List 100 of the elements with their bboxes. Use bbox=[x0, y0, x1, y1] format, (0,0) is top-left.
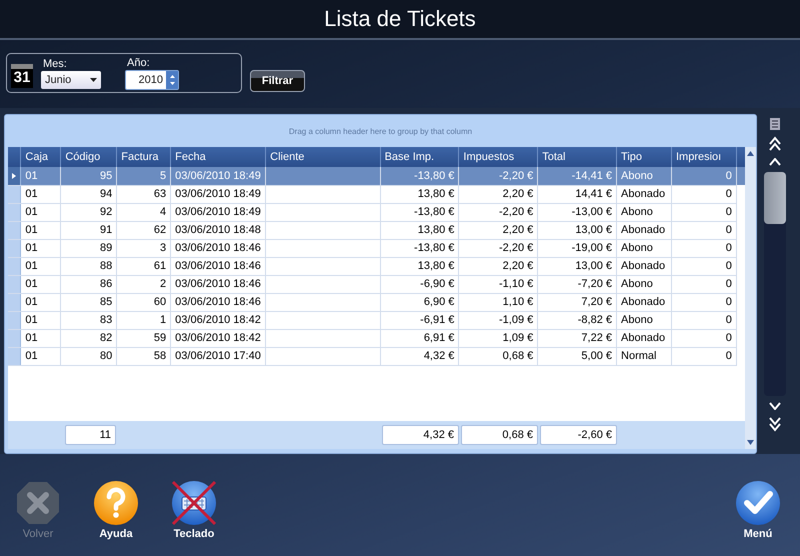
table-cell: 0 bbox=[726, 296, 732, 308]
table-cell: 0,68 € bbox=[502, 350, 534, 362]
table-cell: 5,00 € bbox=[581, 350, 612, 362]
filter-button[interactable]: Filtrar bbox=[250, 70, 305, 92]
table-cell: Abonado bbox=[621, 188, 666, 200]
list-icon[interactable] bbox=[770, 118, 780, 130]
column-header[interactable]: Base Imp. bbox=[380, 147, 459, 167]
table-cell: 83 bbox=[100, 314, 112, 326]
table-cell: 0 bbox=[726, 350, 732, 362]
table-cell: 7,20 € bbox=[581, 296, 612, 308]
table-cell: 01 bbox=[25, 350, 38, 362]
table-cell: 0 bbox=[726, 278, 732, 290]
table-cell: 0 bbox=[726, 224, 732, 236]
up-icon[interactable] bbox=[769, 158, 781, 166]
table-cell: 01 bbox=[25, 188, 38, 200]
table-cell: Abonado bbox=[621, 296, 666, 308]
table-cell: 60 bbox=[154, 296, 166, 308]
down-icon[interactable] bbox=[769, 402, 781, 410]
table-cell: 01 bbox=[25, 314, 38, 326]
action-button[interactable]: Ayuda bbox=[84, 480, 148, 540]
table-row[interactable]: 01 83 1 03/06/2010 18:42 -6,91 € -1,09 € -8,82 € Abono 0 bbox=[8, 311, 745, 329]
table-cell: 03/06/2010 18:49 bbox=[175, 206, 261, 218]
table-row[interactable]: 01 89 3 03/06/2010 18:46 -13,80 € -2,20 € -19,00 € Abono 0 bbox=[8, 239, 745, 257]
table-cell: 13,80 € bbox=[418, 260, 454, 272]
table-cell: -13,80 € bbox=[414, 170, 454, 182]
scroll-thumb[interactable] bbox=[764, 172, 786, 224]
table-cell: 13,80 € bbox=[418, 188, 454, 200]
table-cell: 03/06/2010 18:46 bbox=[175, 260, 261, 272]
table-cell: -2,20 € bbox=[499, 206, 534, 218]
column-header[interactable]: Factura bbox=[116, 147, 171, 167]
table-row[interactable]: 01 88 61 03/06/2010 18:46 13,80 € 2,20 € 13,00 € Abonado 0 bbox=[8, 257, 745, 275]
table-cell: 86 bbox=[100, 278, 112, 290]
table-cell: 2,20 € bbox=[502, 224, 534, 236]
table-row[interactable]: 01 92 4 03/06/2010 18:49 -13,80 € -2,20 € -13,00 € Abono 0 bbox=[8, 203, 745, 221]
table-cell: Abono bbox=[621, 170, 653, 182]
table-cell: 03/06/2010 18:42 bbox=[175, 332, 261, 344]
column-header[interactable]: Caja bbox=[20, 147, 61, 167]
column-header[interactable]: Tipo bbox=[616, 147, 672, 167]
calendar-icon: 31 bbox=[11, 64, 33, 88]
scroll-up-icon[interactable] bbox=[747, 151, 754, 156]
table-cell: 03/06/2010 17:40 bbox=[175, 350, 261, 362]
table-cell: 62 bbox=[154, 224, 166, 236]
table-cell: 01 bbox=[25, 170, 38, 182]
spin-arrows-icon[interactable] bbox=[166, 70, 178, 88]
table-cell: Normal bbox=[621, 350, 656, 362]
table-cell: 91 bbox=[100, 224, 112, 236]
table-cell: 7,22 € bbox=[581, 332, 612, 344]
double-up-icon[interactable] bbox=[769, 136, 781, 152]
table-cell: 03/06/2010 18:48 bbox=[175, 224, 261, 236]
table-row[interactable]: 01 91 62 03/06/2010 18:48 13,80 € 2,20 € 13,00 € Abonado 0 bbox=[8, 221, 745, 239]
table-cell: 14,41 € bbox=[575, 188, 612, 200]
table-cell: Abono bbox=[621, 278, 653, 290]
table-cell: 6,91 € bbox=[424, 332, 454, 344]
dropdown-caret-icon[interactable] bbox=[90, 78, 97, 82]
table-row[interactable]: 01 86 2 03/06/2010 18:46 -6,90 € -1,10 € -7,20 € Abono 0 bbox=[8, 275, 745, 293]
month-dropdown[interactable]: Junio bbox=[41, 70, 101, 88]
table-cell: 80 bbox=[100, 350, 112, 362]
table-cell: Abono bbox=[621, 206, 653, 218]
table-cell: 6,90 € bbox=[424, 296, 454, 308]
table-cell: 2,20 € bbox=[502, 188, 534, 200]
scroll-track[interactable] bbox=[764, 172, 786, 396]
column-header[interactable]: Fecha bbox=[170, 147, 266, 167]
table-cell: 03/06/2010 18:49 bbox=[175, 170, 261, 182]
year-spinner[interactable]: 2010 bbox=[125, 70, 179, 90]
row-pointer-icon bbox=[12, 172, 16, 179]
table-cell: 2 bbox=[160, 278, 166, 290]
table-cell: 89 bbox=[100, 242, 112, 254]
table-row[interactable]: 01 94 63 03/06/2010 18:49 13,80 € 2,20 € 14,41 € Abonado 0 bbox=[8, 185, 745, 203]
grid-scrollbar[interactable] bbox=[745, 147, 756, 449]
scroll-down-icon[interactable] bbox=[747, 440, 754, 445]
table-row[interactable]: 01 82 59 03/06/2010 18:42 6,91 € 1,09 € 7,22 € Abonado 0 bbox=[8, 329, 745, 347]
table-cell: 59 bbox=[154, 332, 166, 344]
table-row[interactable]: 01 80 58 03/06/2010 17:40 4,32 € 0,68 € 5,00 € Normal 0 bbox=[8, 347, 745, 365]
column-header[interactable]: Impresioı bbox=[672, 147, 736, 167]
action-button[interactable]: Teclado bbox=[162, 480, 226, 540]
table-cell: Abonado bbox=[621, 332, 666, 344]
table-cell: Abonado bbox=[621, 224, 666, 236]
table-cell: 01 bbox=[25, 278, 38, 290]
group-hint: Drag a column header here to group by that column bbox=[288, 126, 474, 138]
month-label: Mes: bbox=[42, 58, 68, 70]
double-down-icon[interactable] bbox=[769, 416, 781, 432]
year-label: Año: bbox=[126, 56, 151, 68]
column-header[interactable]: Total bbox=[538, 147, 617, 167]
table-cell: -13,80 € bbox=[414, 206, 454, 218]
table-row[interactable]: 01 85 60 03/06/2010 18:46 6,90 € 1,10 € 7,20 € Abonado 0 bbox=[8, 293, 745, 311]
column-header[interactable]: Código bbox=[60, 147, 117, 167]
action-button[interactable]: Menú bbox=[726, 480, 790, 540]
column-header[interactable]: Impuestos bbox=[458, 147, 538, 167]
table-cell: 4 bbox=[160, 206, 166, 218]
table-cell: 4,32 € bbox=[424, 350, 454, 362]
total-field: 4,32 € bbox=[382, 425, 459, 445]
keyboard-icon bbox=[171, 480, 217, 526]
column-header[interactable]: Cliente bbox=[266, 147, 380, 167]
table-cell: -6,90 € bbox=[420, 278, 454, 290]
table-cell: 1,10 € bbox=[502, 296, 534, 308]
table-cell: 94 bbox=[100, 188, 112, 200]
table-cell: 01 bbox=[25, 260, 38, 272]
table-cell: 61 bbox=[154, 260, 166, 272]
table-cell: 0 bbox=[726, 242, 732, 254]
table-cell: 03/06/2010 18:46 bbox=[175, 296, 261, 308]
